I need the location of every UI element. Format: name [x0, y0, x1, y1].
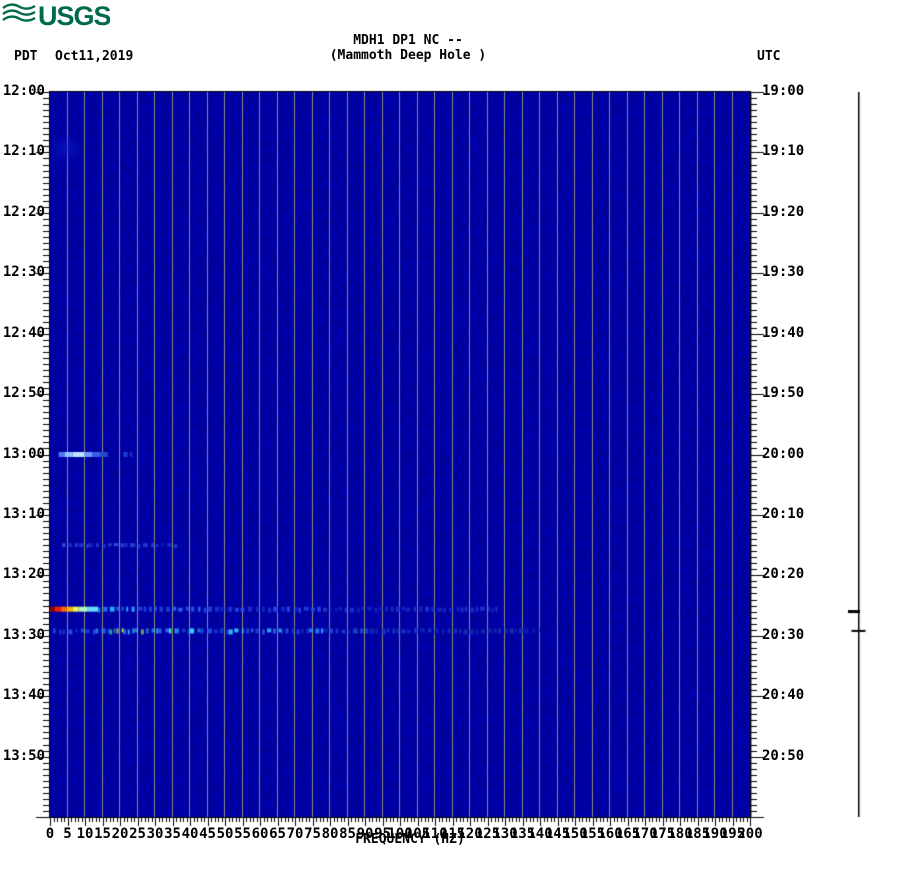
spectrogram-page: USGS MDH1 DP1 NC -- (Mammoth Deep Hole )…: [0, 0, 902, 893]
x-axis-title: FREQUENCY (HZ): [355, 832, 520, 847]
date-label: Oct11,2019: [55, 49, 134, 64]
timezone-right-label: UTC: [757, 49, 781, 64]
usgs-logo: USGS: [2, 1, 112, 33]
chart-title-line1-text: MDH1 DP1 NC --: [353, 33, 463, 48]
usgs-wave-icon: [2, 3, 36, 22]
timezone-left-label: PDT: [14, 49, 38, 64]
chart-title-line2: (Mammoth Deep Hole ): [330, 48, 565, 63]
chart-title-line2-text: (Mammoth Deep Hole ): [329, 48, 487, 63]
x-axis-title-text: FREQUENCY (HZ): [355, 832, 465, 847]
usgs-logo-text: USGS: [38, 1, 110, 29]
chart-title-line1: MDH1 DP1 NC --: [353, 33, 518, 48]
usgs-logo-graphic: USGS: [2, 1, 112, 31]
spectrogram-canvas: [0, 0, 902, 893]
